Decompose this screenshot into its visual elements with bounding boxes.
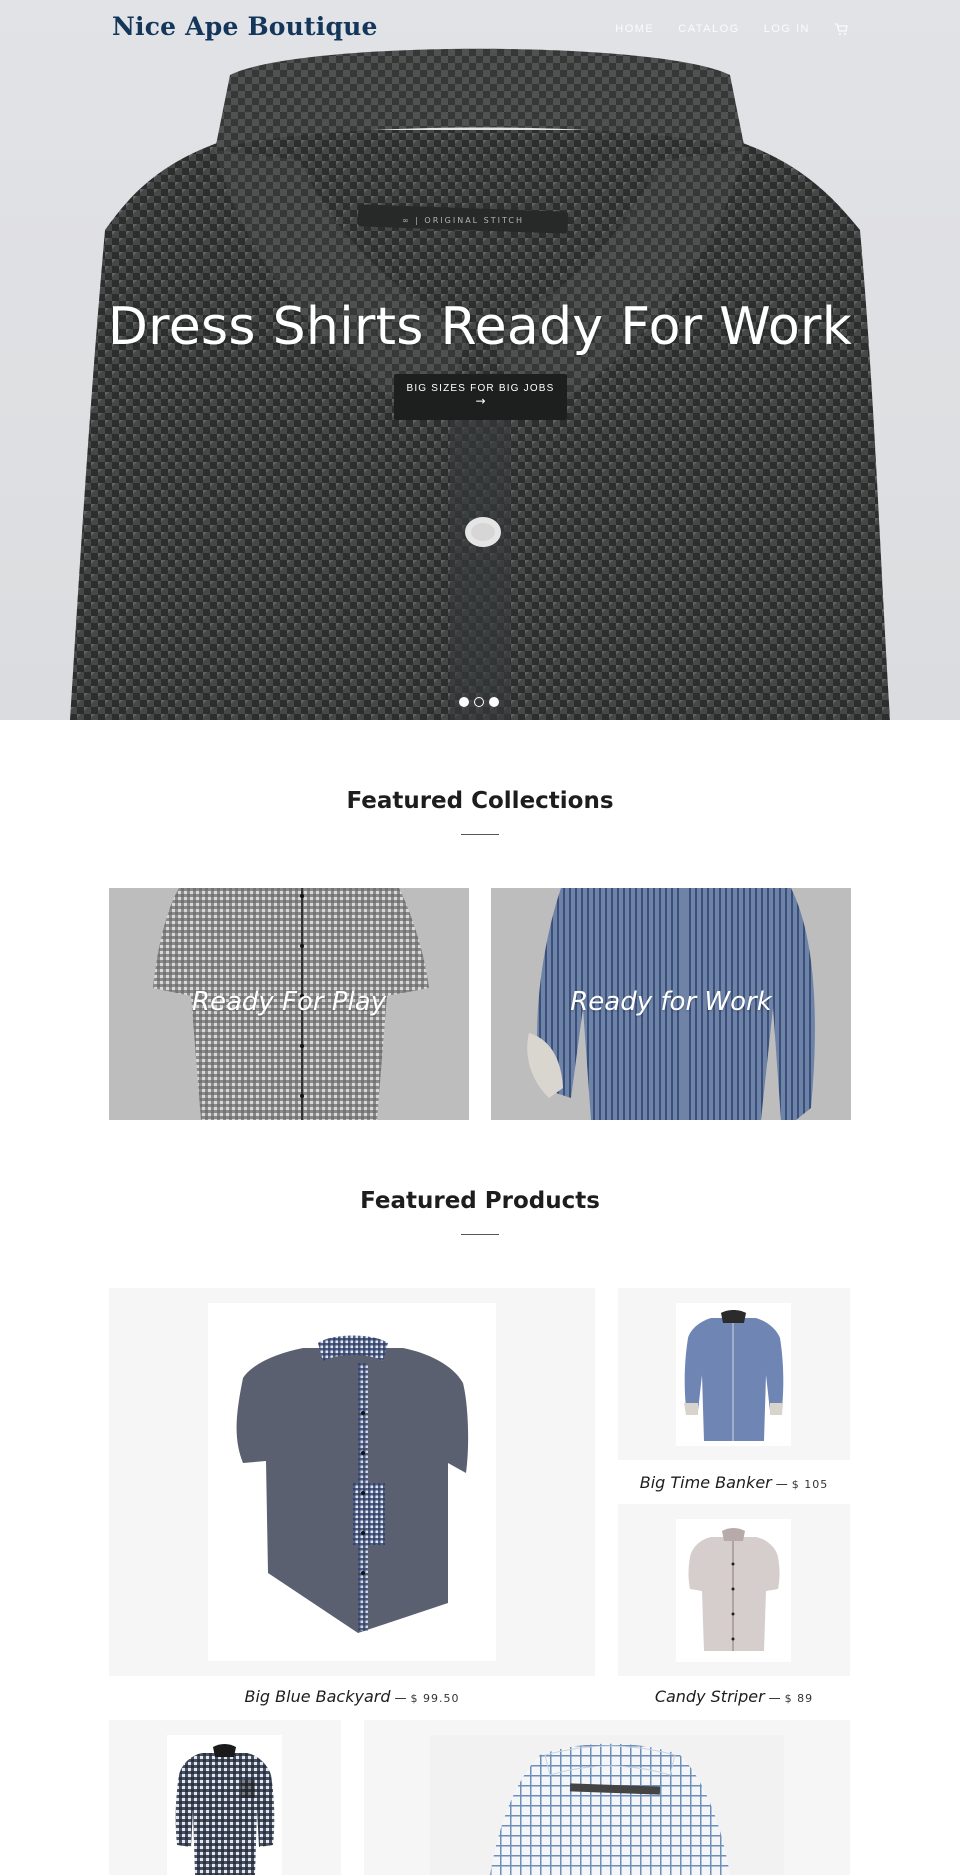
hero-cta-label: BIG SIZES FOR BIG JOBS — [406, 383, 555, 394]
product-image-frame — [676, 1303, 791, 1446]
slide-dot-2[interactable] — [474, 697, 484, 707]
product-price: $ 105 — [791, 1478, 829, 1491]
slide-dots — [459, 697, 499, 707]
product-image — [490, 1743, 730, 1875]
featured-products-title: Featured Products — [360, 1188, 600, 1214]
hero-slideshow: ∞ | ORIGINAL STITCH Nice Ape Boutique Ho… — [0, 0, 960, 720]
product-image-frame — [167, 1735, 282, 1875]
product-image-frame — [430, 1735, 784, 1875]
product-name[interactable]: Big Time Banker — [640, 1473, 772, 1492]
arrow-right-icon: → — [475, 394, 486, 408]
featured-collections-title: Featured Collections — [346, 788, 614, 814]
product-image-frame — [676, 1519, 791, 1662]
section-divider — [461, 834, 499, 835]
collection-ready-for-work[interactable]: Ready for Work — [491, 888, 851, 1120]
product-name[interactable]: Candy Striper — [655, 1687, 765, 1706]
product-image — [175, 1744, 275, 1875]
site-logo[interactable]: Nice Ape Boutique — [112, 12, 378, 41]
product-image-big-time-banker — [684, 1310, 784, 1441]
product-card[interactable] — [364, 1720, 850, 1875]
collection-ready-for-play[interactable]: Ready For Play — [109, 888, 469, 1120]
product-price: $ 99.50 — [410, 1692, 460, 1705]
nav-item-catalog[interactable]: Catalog — [678, 23, 739, 35]
nav-item-home[interactable]: Home — [615, 23, 654, 35]
product-name[interactable]: Big Blue Backyard — [244, 1687, 390, 1706]
cart-icon[interactable] — [834, 22, 848, 36]
product-image-frame — [208, 1303, 496, 1661]
collection-label: Ready for Work — [570, 987, 772, 1017]
slide-dot-3[interactable] — [489, 697, 499, 707]
site-header: Nice Ape Boutique Home Catalog Log in — [0, 0, 960, 62]
collection-label: Ready For Play — [191, 987, 387, 1017]
product-image-big-blue-backyard — [236, 1335, 469, 1633]
product-card-big-blue-backyard[interactable] — [109, 1288, 595, 1676]
product-image-candy-striper — [688, 1528, 780, 1651]
hero-cta-button[interactable]: BIG SIZES FOR BIG JOBS → — [394, 374, 567, 420]
main-nav: Home Catalog Log in — [615, 22, 848, 36]
product-caption: Candy Striper — $ 89 — [654, 1687, 814, 1706]
slide-dot-1[interactable] — [459, 697, 469, 707]
nav-item-login[interactable]: Log in — [764, 23, 810, 35]
product-caption: Big Time Banker — $ 105 — [639, 1473, 829, 1492]
product-card[interactable] — [109, 1720, 341, 1875]
hero-overlay — [0, 0, 960, 720]
product-price: $ 89 — [784, 1692, 814, 1705]
section-divider — [461, 1234, 499, 1235]
hero-title: Dress Shirts Ready For Work — [107, 297, 853, 357]
product-caption: Big Blue Backyard — $ 99.50 — [244, 1687, 460, 1706]
product-card-candy-striper[interactable] — [618, 1504, 850, 1676]
product-card-big-time-banker[interactable] — [618, 1288, 850, 1460]
